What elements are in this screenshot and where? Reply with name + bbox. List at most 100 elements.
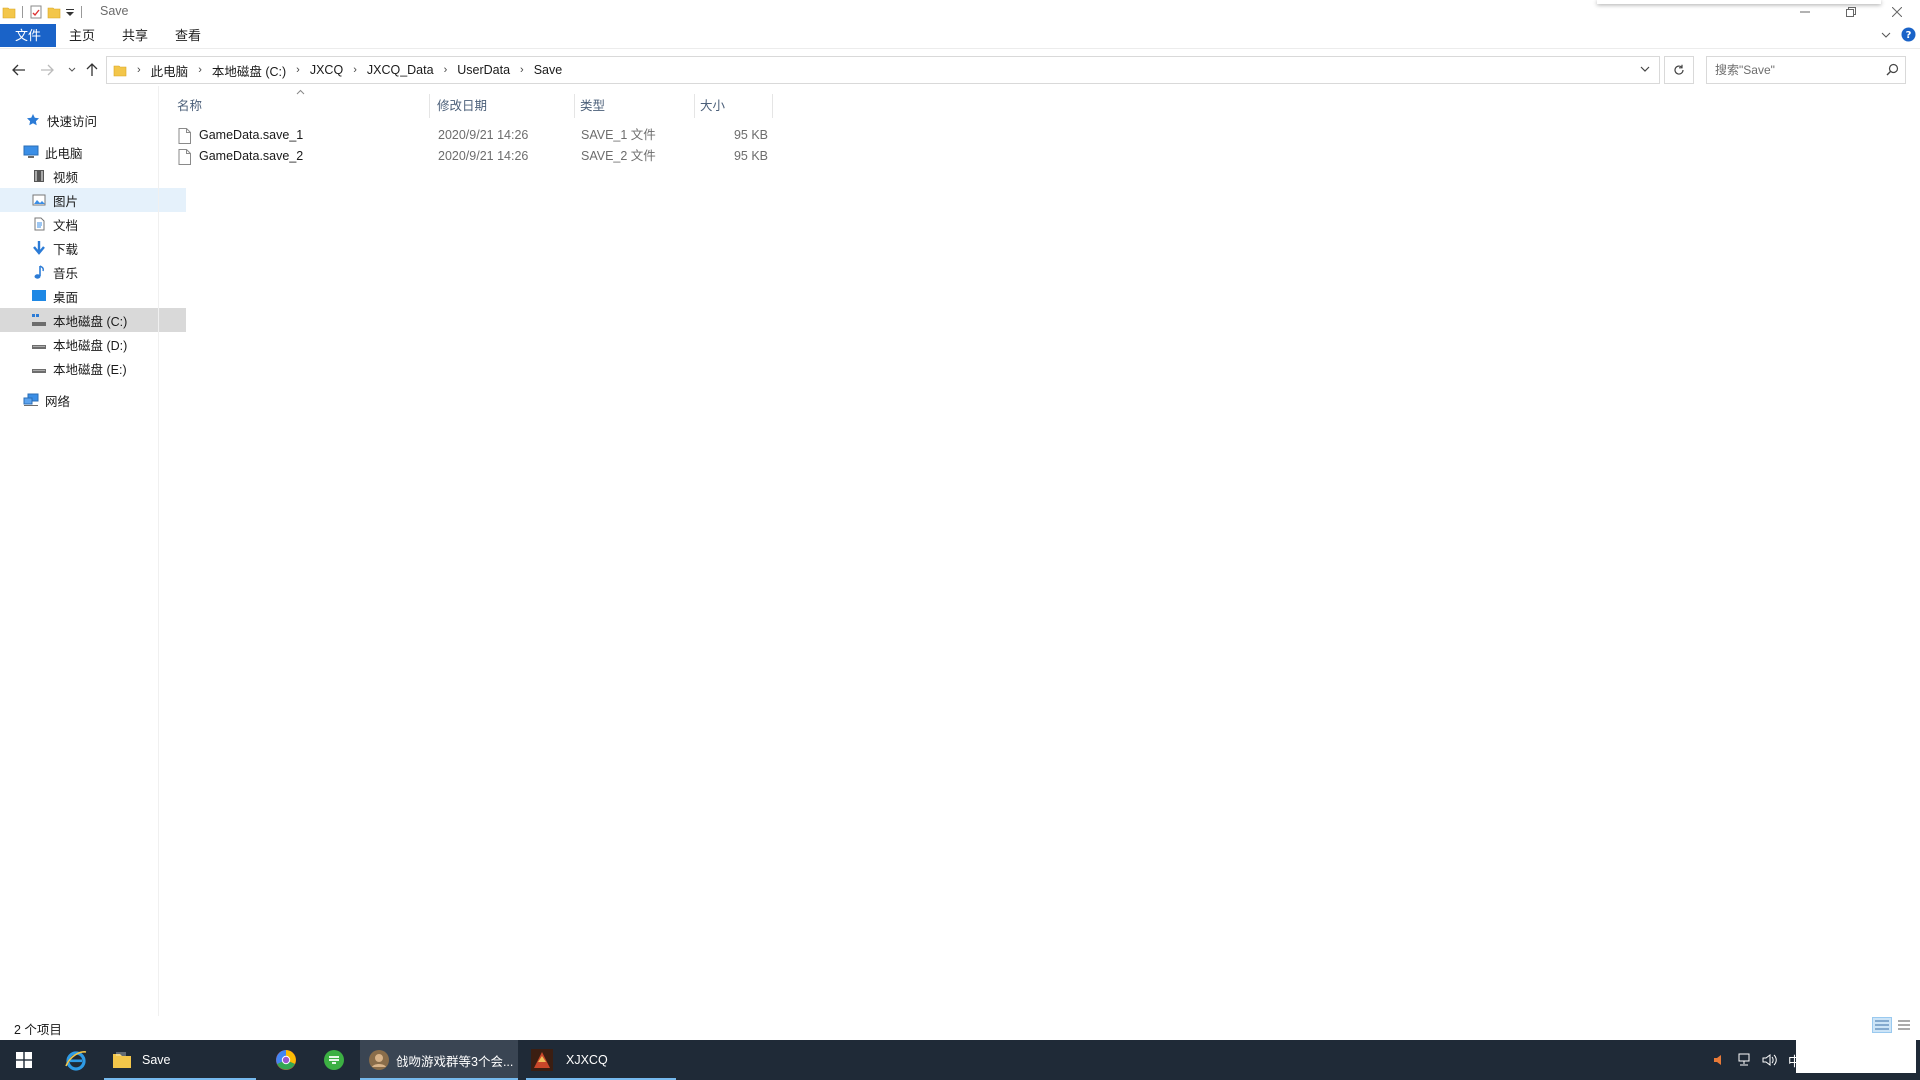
taskbar-browser[interactable] <box>266 1040 306 1080</box>
breadcrumb-this-pc[interactable]: 此电脑 <box>147 61 193 80</box>
refresh-icon <box>1674 64 1684 75</box>
sort-ascending-icon <box>296 89 305 95</box>
taskbar-label: Save <box>142 1053 171 1067</box>
taskbar-ie[interactable] <box>56 1040 96 1080</box>
ribbon: 文件 主页 共享 查看 ? <box>0 23 1920 49</box>
breadcrumb-jxcq-data[interactable]: JXCQ_Data <box>363 63 438 77</box>
back-button[interactable] <box>10 61 28 79</box>
search-input[interactable] <box>1715 57 1875 83</box>
file-row[interactable]: GameData.save_1 2020/9/21 14:26 SAVE_1 文… <box>172 125 772 146</box>
taskbar-chat[interactable]: 戗吻游戏群等3个会... <box>360 1040 518 1080</box>
breadcrumb-drive-c[interactable]: 本地磁盘 (C:) <box>208 61 290 80</box>
help-button[interactable]: ? <box>1901 27 1916 42</box>
file-row[interactable]: GameData.save_2 2020/9/21 14:26 SAVE_2 文… <box>172 146 772 167</box>
file-date: 2020/9/21 14:26 <box>438 149 529 163</box>
file-name-cell: GameData.save_1 <box>172 125 303 146</box>
nav-label: 桌面 <box>53 290 79 305</box>
nav-label: 文档 <box>53 218 79 233</box>
ribbon-controls: ? <box>1881 27 1916 42</box>
customize-toolbar-icon[interactable] <box>65 6 75 18</box>
forward-button[interactable] <box>38 61 56 79</box>
refresh-button[interactable] <box>1664 56 1694 84</box>
address-history-button[interactable] <box>1639 63 1651 75</box>
file-name: GameData.save_2 <box>199 149 304 163</box>
taskbar-label: XJXCQ <box>566 1053 608 1067</box>
separator <box>22 6 23 18</box>
window-title: Save <box>100 4 129 18</box>
up-button[interactable] <box>83 61 101 79</box>
properties-icon[interactable] <box>29 5 43 19</box>
item-count: 2 个项目 <box>14 1023 62 1037</box>
column-divider[interactable] <box>772 94 773 118</box>
close-icon <box>1892 6 1902 17</box>
column-divider[interactable] <box>429 94 430 118</box>
column-header-name[interactable]: 名称 <box>172 89 430 120</box>
column-header-size[interactable]: 大小 <box>695 92 773 120</box>
file-icon <box>178 127 194 144</box>
chevron-right-icon[interactable]: › <box>290 64 306 76</box>
details-view-button[interactable] <box>1872 1017 1892 1033</box>
quick-access-toolbar <box>2 2 84 22</box>
column-header-type[interactable]: 类型 <box>575 92 695 120</box>
network-status-icon[interactable] <box>1736 1053 1752 1067</box>
folder-icon <box>113 63 127 77</box>
navigation-pane: 快速访问 此电脑 视频 图片 文档 下载 音乐 桌面 本地磁盘 (C:) 本地磁… <box>0 100 186 1015</box>
minimize-icon <box>1800 11 1810 12</box>
recent-locations-button[interactable] <box>63 61 81 79</box>
expand-ribbon-button[interactable] <box>1881 31 1891 39</box>
column-label: 类型 <box>580 99 606 113</box>
drive-icon <box>30 335 48 353</box>
column-label: 名称 <box>177 99 203 113</box>
nav-quick-access[interactable]: 快速访问 <box>0 108 180 132</box>
taskbar-label: 戗吻游戏群等3个会... <box>396 1054 514 1069</box>
tab-home[interactable]: 主页 <box>64 25 100 46</box>
breadcrumb-save[interactable]: Save <box>530 63 567 77</box>
pane-divider[interactable] <box>158 86 159 1016</box>
file-size: 95 KB <box>733 128 768 142</box>
chevron-right-icon[interactable]: › <box>192 64 208 76</box>
window-controls <box>1782 0 1920 23</box>
search-icon[interactable] <box>1886 63 1899 76</box>
chevron-right-icon[interactable]: › <box>514 64 530 76</box>
address-bar[interactable]: › 此电脑 › 本地磁盘 (C:) › JXCQ › JXCQ_Data › U… <box>106 56 1660 84</box>
file-name-cell: GameData.save_2 <box>172 146 303 167</box>
navigation-bar: › 此电脑 › 本地磁盘 (C:) › JXCQ › JXCQ_Data › U… <box>0 54 1920 86</box>
arrow-left-icon <box>12 64 25 76</box>
file-size: 95 KB <box>733 149 768 163</box>
title-bar: Save <box>0 0 1920 23</box>
new-folder-icon[interactable] <box>47 5 61 19</box>
desktop-icon <box>30 287 48 305</box>
taskbar: Save 戗吻游戏群等3个会... XJXCQ 中 <box>0 1040 1920 1080</box>
minimize-button[interactable] <box>1782 0 1828 23</box>
large-icons-view-button[interactable] <box>1896 1017 1912 1033</box>
arrow-right-icon <box>41 64 54 76</box>
chevron-down-icon <box>68 67 76 72</box>
windows-logo-icon <box>16 1052 32 1068</box>
search-box[interactable] <box>1706 56 1906 84</box>
column-header-date[interactable]: 修改日期 <box>432 92 575 120</box>
system-tray: 中 <box>1712 1040 1801 1080</box>
chevron-right-icon[interactable]: › <box>131 64 147 76</box>
nav-this-pc[interactable]: 此电脑 <box>0 140 178 164</box>
taskbar-app-green[interactable] <box>314 1040 354 1080</box>
tab-share[interactable]: 共享 <box>117 25 153 46</box>
tab-file[interactable]: 文件 <box>0 24 56 47</box>
tab-view[interactable]: 查看 <box>170 25 206 46</box>
taskbar-explorer[interactable]: Save <box>104 1040 256 1080</box>
breadcrumb-userdata[interactable]: UserData <box>453 63 514 77</box>
nav-label: 视频 <box>53 170 79 185</box>
file-name: GameData.save_1 <box>199 128 304 142</box>
chevron-right-icon[interactable]: › <box>438 64 454 76</box>
close-button[interactable] <box>1874 0 1920 23</box>
arrow-up-icon <box>86 63 98 76</box>
taskbar-game[interactable]: XJXCQ <box>526 1040 676 1080</box>
separator <box>81 6 82 18</box>
nav-network[interactable]: 网络 <box>0 388 178 412</box>
start-button[interactable] <box>0 1040 48 1080</box>
volume-icon[interactable] <box>1762 1053 1778 1067</box>
svg-text:?: ? <box>1906 30 1912 41</box>
breadcrumb-jxcq[interactable]: JXCQ <box>306 63 347 77</box>
speaker-muted-icon[interactable] <box>1712 1053 1726 1067</box>
chevron-right-icon[interactable]: › <box>347 64 363 76</box>
restore-button[interactable] <box>1828 0 1874 23</box>
